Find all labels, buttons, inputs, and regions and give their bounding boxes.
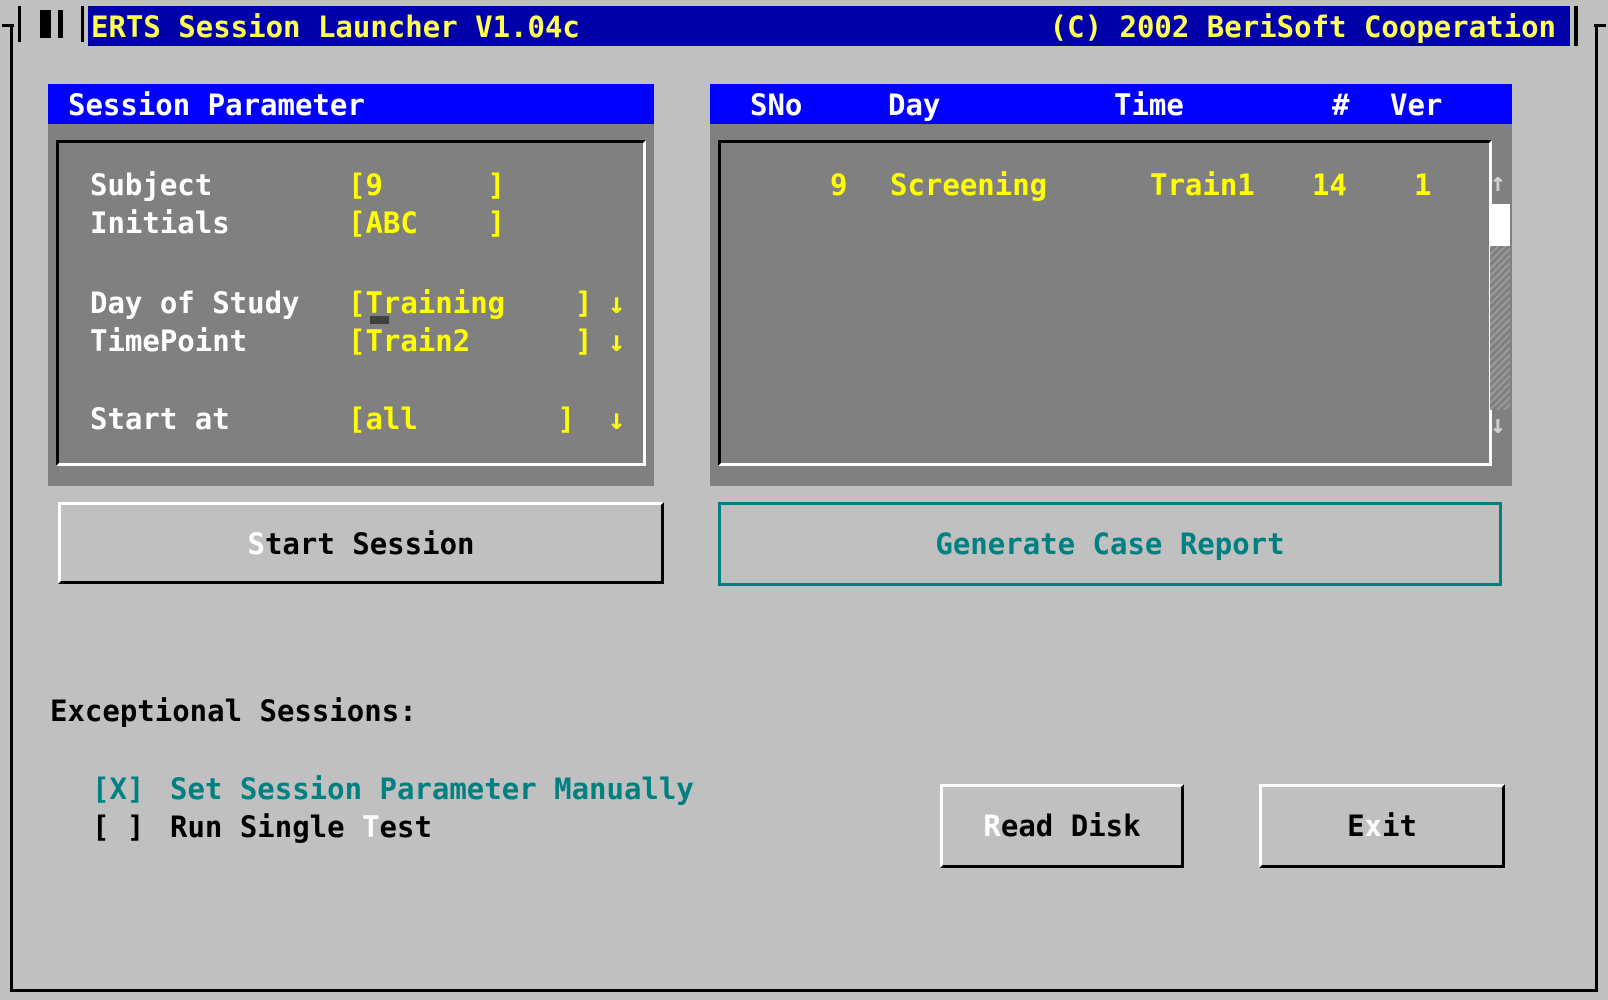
generate-case-report-label: Generate Case Report [935,527,1285,561]
start-session-button[interactable]: Start Session [58,502,664,584]
column-header-time: Time [1114,88,1184,122]
row-count: 14 [1312,168,1347,202]
day-of-study-label: Day of Study [90,286,300,320]
read-disk-label: Read Disk [943,809,1181,843]
scroll-up-icon[interactable]: ↑ [1490,168,1506,198]
read-disk-button[interactable]: Read Disk [940,784,1184,868]
row-day: Screening [890,168,1048,202]
read-disk-hotkey: R [983,809,1001,843]
system-menu-icon [40,10,51,38]
session-parameter-header: Session Parameter [48,84,654,124]
start-at-field[interactable]: [all ] [348,402,575,436]
start-session-hotkey: S [247,527,265,561]
title-bar: ERTS Session Launcher V1.04c (C) 2002 Be… [88,6,1570,46]
system-menu-button[interactable] [18,6,84,42]
start-session-text: tart Session [264,527,475,561]
day-of-study-field[interactable]: [Training ] [348,286,592,320]
window-title: ERTS Session Launcher V1.04c [91,10,580,44]
column-header-sno: SNo [750,88,803,122]
system-menu-divider-icon [58,10,63,38]
exit-button[interactable]: Exit [1259,784,1505,868]
column-header-day: Day [888,88,941,122]
exit-hotkey: x [1364,809,1382,843]
scrollbar-track[interactable] [1490,246,1510,410]
timepoint-field[interactable]: [Train2 ] [348,324,592,358]
start-at-label: Start at [90,402,230,436]
exit-text-post: it [1382,809,1417,843]
set-manual-label: Set Session Parameter Manually [170,772,694,806]
row-ver: 1 [1414,168,1432,202]
text-cursor [370,316,389,324]
generate-case-report-button[interactable]: Generate Case Report [718,502,1502,586]
timepoint-dropdown-icon[interactable]: ↓ [608,324,625,358]
exit-label: Exit [1262,809,1502,843]
subject-label: Subject [90,168,213,202]
start-session-label: Start Session [61,527,661,561]
scrollbar-thumb[interactable] [1490,204,1510,246]
subject-field[interactable]: [9 ] [348,168,505,202]
single-test-checkbox-box[interactable]: [ ] [92,810,144,844]
session-parameter-title: Session Parameter [68,88,365,122]
single-test-hotkey: T [362,810,380,844]
frame-corner-right [1594,24,1606,27]
column-header-count: # [1332,88,1350,122]
single-test-text-pre: Run Single [170,810,363,844]
session-list-header: SNo Day Time # Ver [710,84,1512,124]
timepoint-label: TimePoint [90,324,248,358]
initials-label: Initials [90,206,230,240]
row-time: Train1 [1150,168,1255,202]
day-of-study-dropdown-icon[interactable]: ↓ [608,286,625,320]
scroll-down-icon[interactable]: ↓ [1490,410,1506,440]
single-test-label: Run Single Test [170,810,432,844]
column-header-ver: Ver [1390,88,1443,122]
frame-corner-left [2,24,14,27]
exit-text-pre: E [1347,809,1365,843]
exceptional-sessions-heading: Exceptional Sessions: [50,694,417,728]
title-bar-edge [1574,6,1578,46]
set-manual-checkbox-box[interactable]: [X] [92,772,144,806]
read-disk-text: ead Disk [1000,809,1141,843]
start-at-dropdown-icon[interactable]: ↓ [608,402,625,436]
window-copyright: (C) 2002 BeriSoft Cooperation [1049,10,1556,44]
row-sno: 9 [830,168,848,202]
single-test-text-post: est [379,810,432,844]
initials-field[interactable]: [ABC ] [348,206,505,240]
